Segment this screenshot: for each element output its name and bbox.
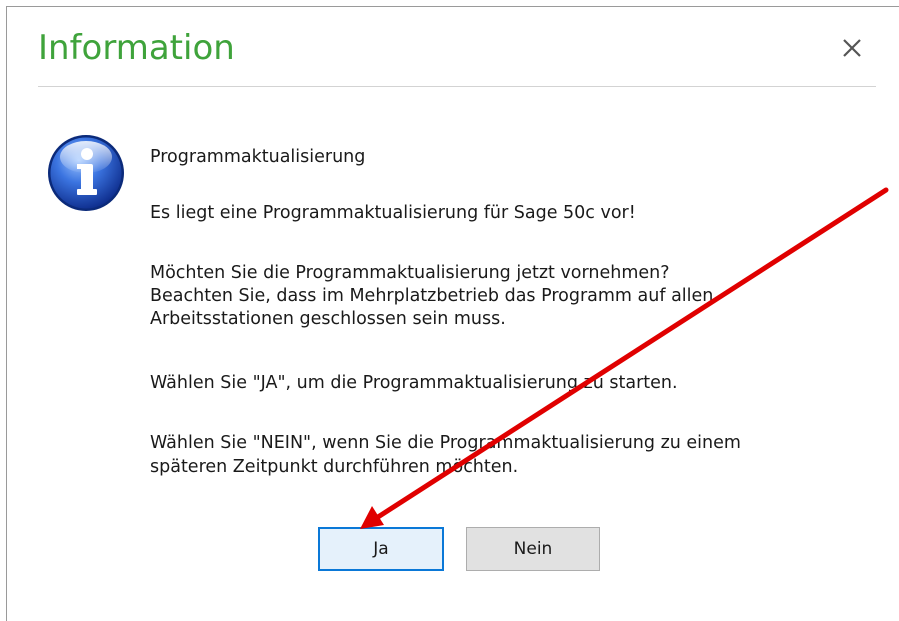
info-icon bbox=[48, 135, 124, 211]
no-button[interactable]: Nein bbox=[466, 527, 600, 571]
message-question-line: Möchten Sie die Programmaktualisierung j… bbox=[150, 263, 670, 283]
message-question-line: Beachten Sie, dass im Mehrplatzbetrieb d… bbox=[150, 286, 714, 306]
message-line: Es liegt eine Programmaktualisierung für… bbox=[150, 203, 636, 223]
title-divider bbox=[38, 86, 876, 87]
close-button[interactable] bbox=[832, 28, 872, 68]
message-question-line: Arbeitsstationen geschlossen sein muss. bbox=[150, 309, 506, 329]
information-dialog: Information Programmaktualisierung Es li… bbox=[0, 0, 899, 621]
close-icon bbox=[843, 39, 861, 57]
window-border-top bbox=[6, 6, 899, 7]
dialog-title: Information bbox=[38, 28, 235, 68]
message-no-hint-line: späteren Zeitpunkt durchführen möchten. bbox=[150, 457, 519, 477]
window-border-left bbox=[6, 6, 7, 621]
message-yes-hint: Wählen Sie "JA", um die Programmaktualis… bbox=[150, 373, 678, 393]
yes-button[interactable]: Ja bbox=[318, 527, 444, 571]
message-no-hint-line: Wählen Sie "NEIN", wenn Sie die Programm… bbox=[150, 433, 741, 453]
message-heading: Programmaktualisierung bbox=[150, 147, 366, 167]
